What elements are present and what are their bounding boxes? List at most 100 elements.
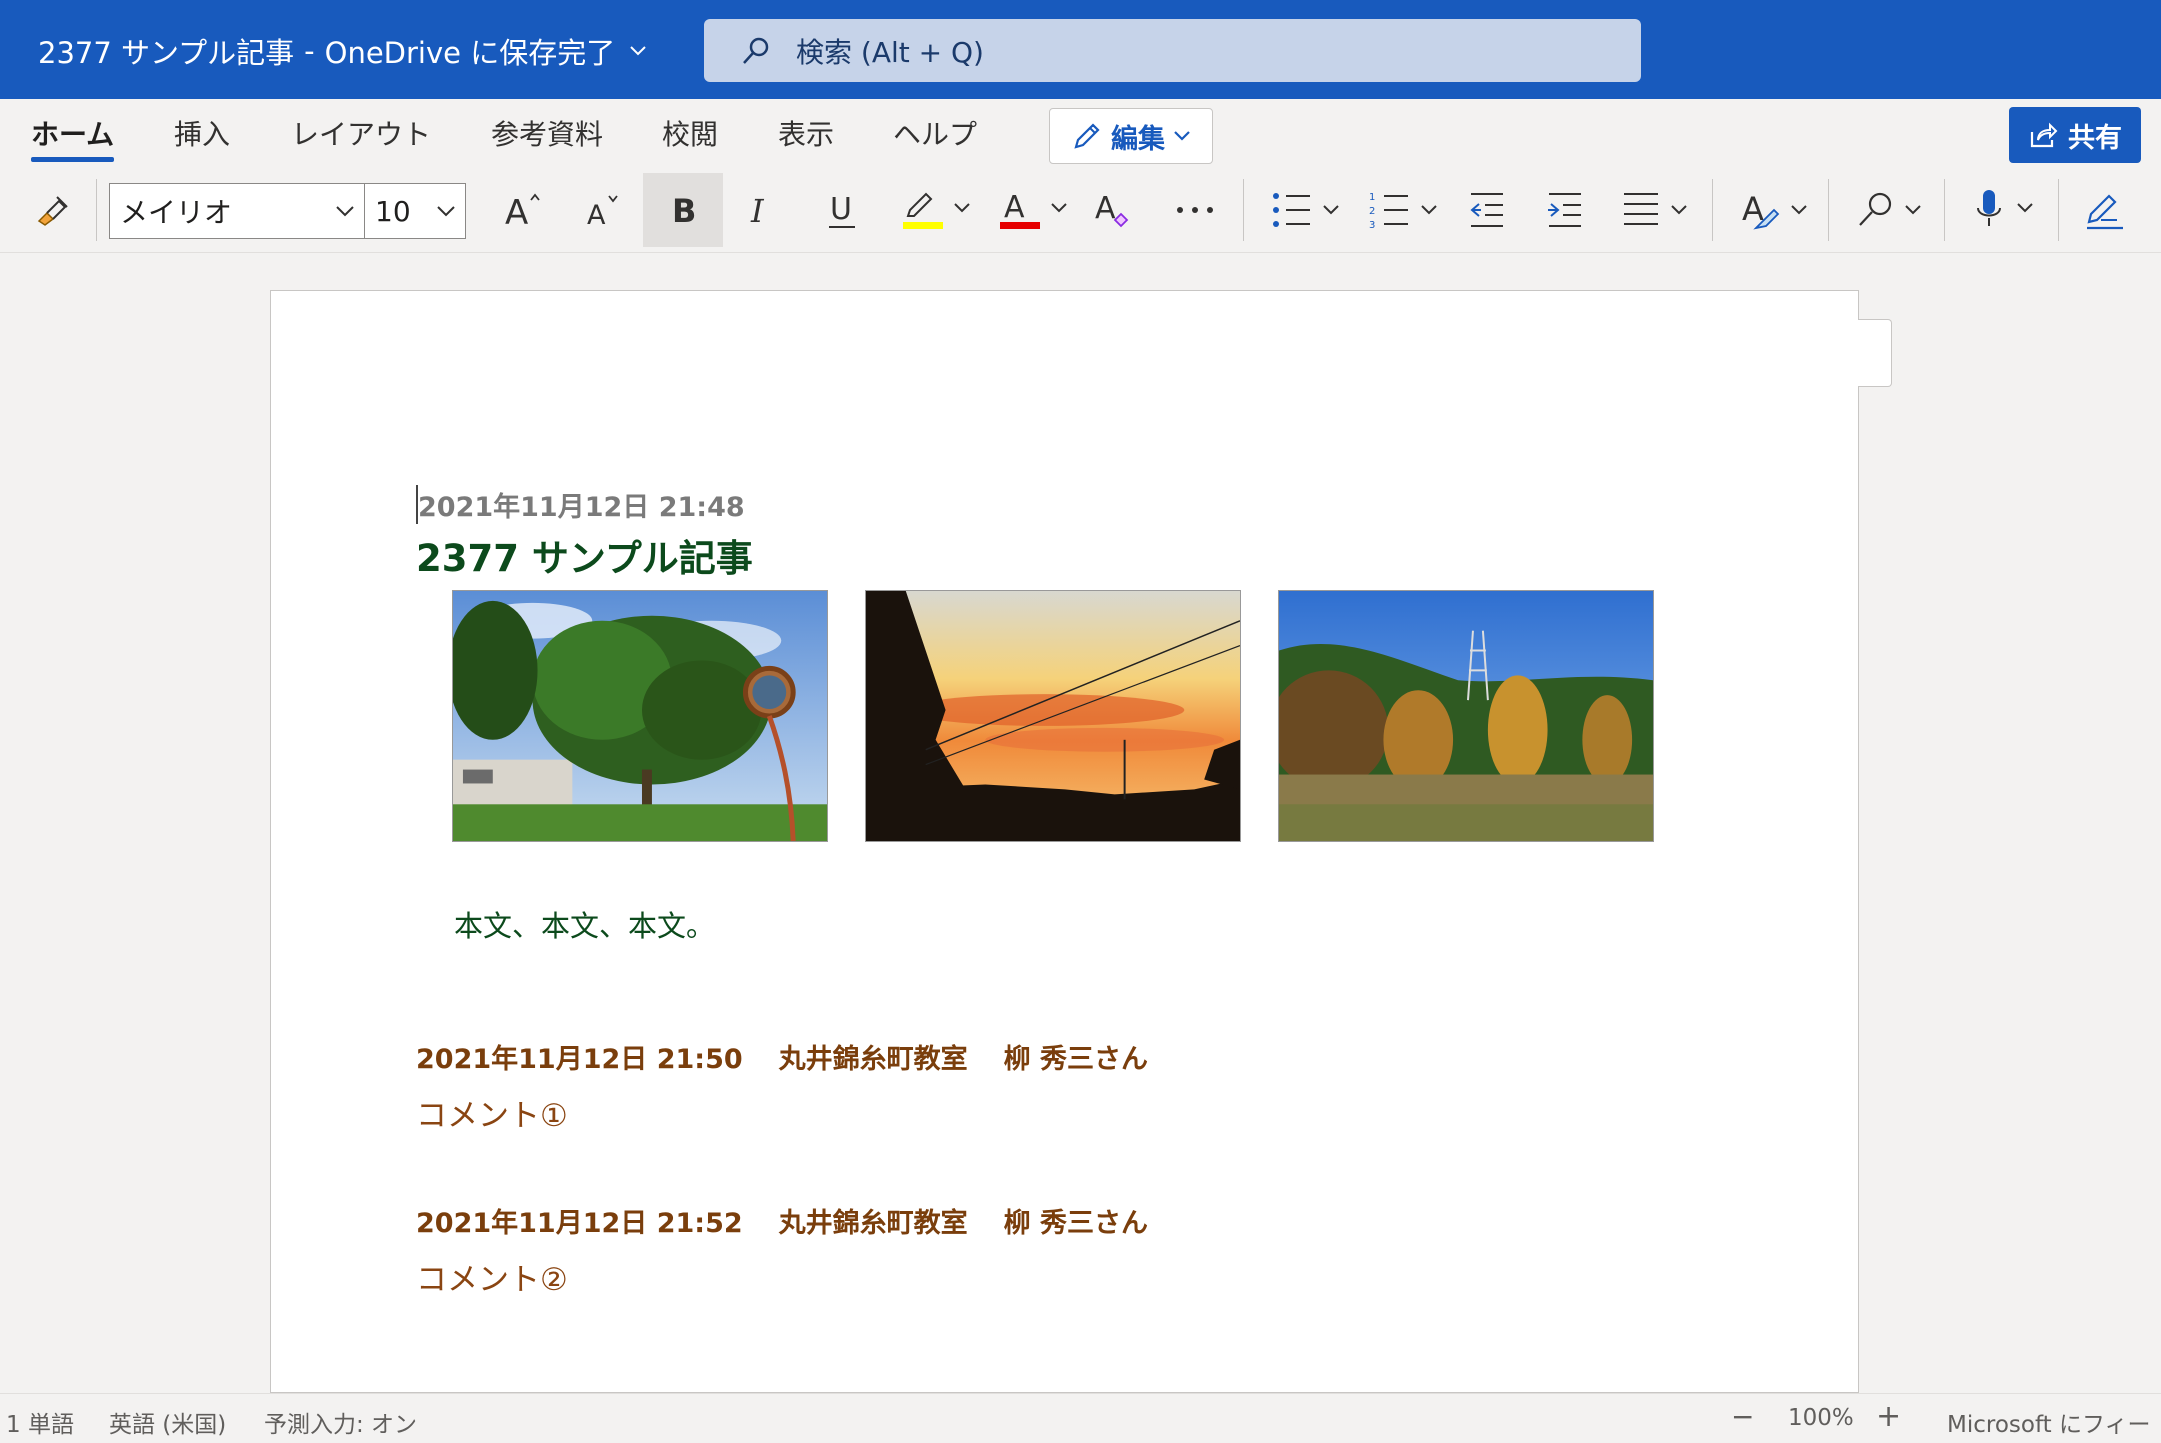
clear-formatting-button[interactable]: A: [1090, 173, 1140, 247]
font-name-value: メイリオ: [120, 196, 233, 229]
zoom-level[interactable]: 100%: [1788, 1405, 1854, 1431]
language-indicator[interactable]: 英語 (米国): [109, 1405, 226, 1439]
word-count[interactable]: 1 単語: [6, 1405, 74, 1439]
document-page[interactable]: 2021年11月12日 21:48 2377 サンプル記事 本文、本文、本文。 …: [270, 290, 1859, 1393]
tab-insert[interactable]: 挿入: [174, 113, 230, 153]
document-canvas[interactable]: 2021年11月12日 21:48 2377 サンプル記事 本文、本文、本文。 …: [0, 253, 2161, 1393]
tab-review[interactable]: 校閲: [662, 113, 718, 153]
chevron-down-icon: [336, 206, 354, 217]
dictate-button[interactable]: [1968, 173, 2044, 247]
comment-header: 2021年11月12日 21:52 丸井錦糸町教室 柳 秀三さん: [416, 1201, 1148, 1240]
toolbar-divider: [1944, 179, 1945, 241]
post-heading: 2377 サンプル記事: [416, 537, 753, 580]
decrease-indent-icon: [1470, 193, 1503, 227]
bold-icon: B: [672, 192, 696, 230]
comments-pane-tab[interactable]: [1858, 319, 1892, 387]
svg-text:I: I: [750, 192, 765, 230]
italic-button[interactable]: I: [735, 173, 785, 247]
font-color-icon: A: [1000, 190, 1067, 229]
editing-mode-button[interactable]: 編集: [1049, 108, 1213, 164]
comment-author: 柳 秀三さん: [1003, 1044, 1149, 1075]
park-autumn-photo[interactable]: [1278, 590, 1654, 842]
toolbar-divider: [1243, 179, 1244, 241]
comment-date: 2021年11月12日 21:52: [416, 1208, 743, 1239]
find-icon: [1859, 192, 1921, 226]
share-icon: [2030, 122, 2058, 148]
svg-text:B: B: [672, 192, 696, 230]
svg-text:A: A: [1095, 191, 1116, 226]
svg-text:A: A: [587, 200, 606, 230]
tab-help[interactable]: ヘルプ: [893, 113, 977, 153]
italic-icon: I: [750, 192, 765, 230]
svg-text:1: 1: [1369, 192, 1375, 203]
bold-button[interactable]: B: [643, 173, 723, 247]
post-body: 本文、本文、本文。: [454, 909, 716, 943]
feedback-link[interactable]: Microsoft にフィー: [1947, 1405, 2151, 1439]
align-icon: [1624, 193, 1687, 225]
underline-button[interactable]: U: [815, 173, 869, 247]
svg-text:A: A: [505, 193, 528, 230]
shrink-font-button[interactable]: A: [576, 173, 630, 247]
decrease-indent-button[interactable]: [1462, 173, 1512, 247]
increase-indent-icon: [1548, 193, 1581, 227]
increase-indent-button[interactable]: [1540, 173, 1590, 247]
save-status: OneDrive に保存完了: [324, 36, 616, 70]
styles-button[interactable]: A: [1738, 173, 1814, 247]
ribbon-tabs: ホーム 挿入 レイアウト 参考資料 校閲 表示 ヘルプ 編集 共有: [0, 99, 2161, 173]
share-button[interactable]: 共有: [2009, 107, 2141, 163]
svg-text:3: 3: [1369, 220, 1375, 231]
editing-mode-label: 編集: [1111, 123, 1165, 155]
highlight-icon: [903, 192, 970, 229]
svg-text:A: A: [1004, 190, 1025, 225]
zoom-in-button[interactable]: +: [1876, 1399, 1901, 1434]
toolbar-divider: [1712, 179, 1713, 241]
svg-text:2: 2: [1369, 206, 1375, 217]
title-bar: 2377 サンプル記事 - OneDrive に保存完了 検索 (Alt + Q…: [0, 0, 2161, 99]
sunset-photo[interactable]: [865, 590, 1241, 842]
svg-text:U: U: [830, 192, 852, 227]
document-title-button[interactable]: 2377 サンプル記事 - OneDrive に保存完了: [38, 30, 647, 72]
tab-references[interactable]: 参考資料: [491, 113, 603, 153]
tab-layout[interactable]: レイアウト: [291, 113, 431, 153]
comment-date: 2021年11月12日 21:50: [416, 1044, 743, 1075]
align-button[interactable]: [1620, 173, 1696, 247]
search-icon: [743, 37, 769, 64]
comment-author: 柳 秀三さん: [1003, 1208, 1149, 1239]
text-prediction-status[interactable]: 予測入力: オン: [264, 1405, 417, 1439]
formatting-toolbar: メイリオ 10 A A B I U A A 1 2 3 A: [0, 173, 2161, 253]
styles-icon: A: [1742, 190, 1807, 230]
zoom-out-button[interactable]: −: [1731, 1400, 1754, 1433]
chevron-down-icon: [437, 206, 455, 217]
tree-mirror-photo[interactable]: [452, 590, 828, 842]
find-button[interactable]: [1854, 173, 1930, 247]
more-icon: [1177, 207, 1213, 213]
editor-icon: [2087, 194, 2123, 230]
format-painter-button[interactable]: [24, 173, 80, 247]
highlight-button[interactable]: [898, 173, 976, 247]
post-date: 2021年11月12日 21:48: [416, 485, 745, 524]
font-size-select[interactable]: 10: [364, 183, 466, 239]
search-box[interactable]: 検索 (Alt + Q): [704, 19, 1641, 82]
search-placeholder: 検索 (Alt + Q): [796, 35, 984, 69]
font-name-select[interactable]: メイリオ: [109, 183, 365, 239]
tab-view[interactable]: 表示: [778, 113, 834, 153]
more-options-button[interactable]: [1170, 173, 1220, 247]
dictate-icon: [1977, 190, 2033, 226]
format-painter-icon: [37, 196, 68, 226]
tab-home[interactable]: ホーム: [31, 113, 115, 162]
status-bar: 1 単語 英語 (米国) 予測入力: オン − 100% + Microsoft…: [0, 1393, 2161, 1443]
pencil-icon: [1074, 123, 1100, 149]
grow-font-button[interactable]: A: [496, 173, 550, 247]
comment-header: 2021年11月12日 21:50 丸井錦糸町教室 柳 秀三さん: [416, 1037, 1148, 1076]
editor-button[interactable]: [2080, 173, 2130, 247]
comment-place: 丸井錦糸町教室: [778, 1044, 968, 1075]
bullets-button[interactable]: [1268, 173, 1344, 247]
title-separator: -: [304, 34, 315, 68]
clear-format-icon: A: [1095, 191, 1129, 228]
font-size-value: 10: [375, 194, 411, 228]
font-color-button[interactable]: A: [995, 173, 1073, 247]
numbering-button[interactable]: 1 2 3: [1366, 173, 1442, 247]
toolbar-divider: [96, 179, 97, 241]
comment-text: コメント②: [416, 1262, 568, 1298]
chevron-down-icon: [1174, 131, 1190, 141]
